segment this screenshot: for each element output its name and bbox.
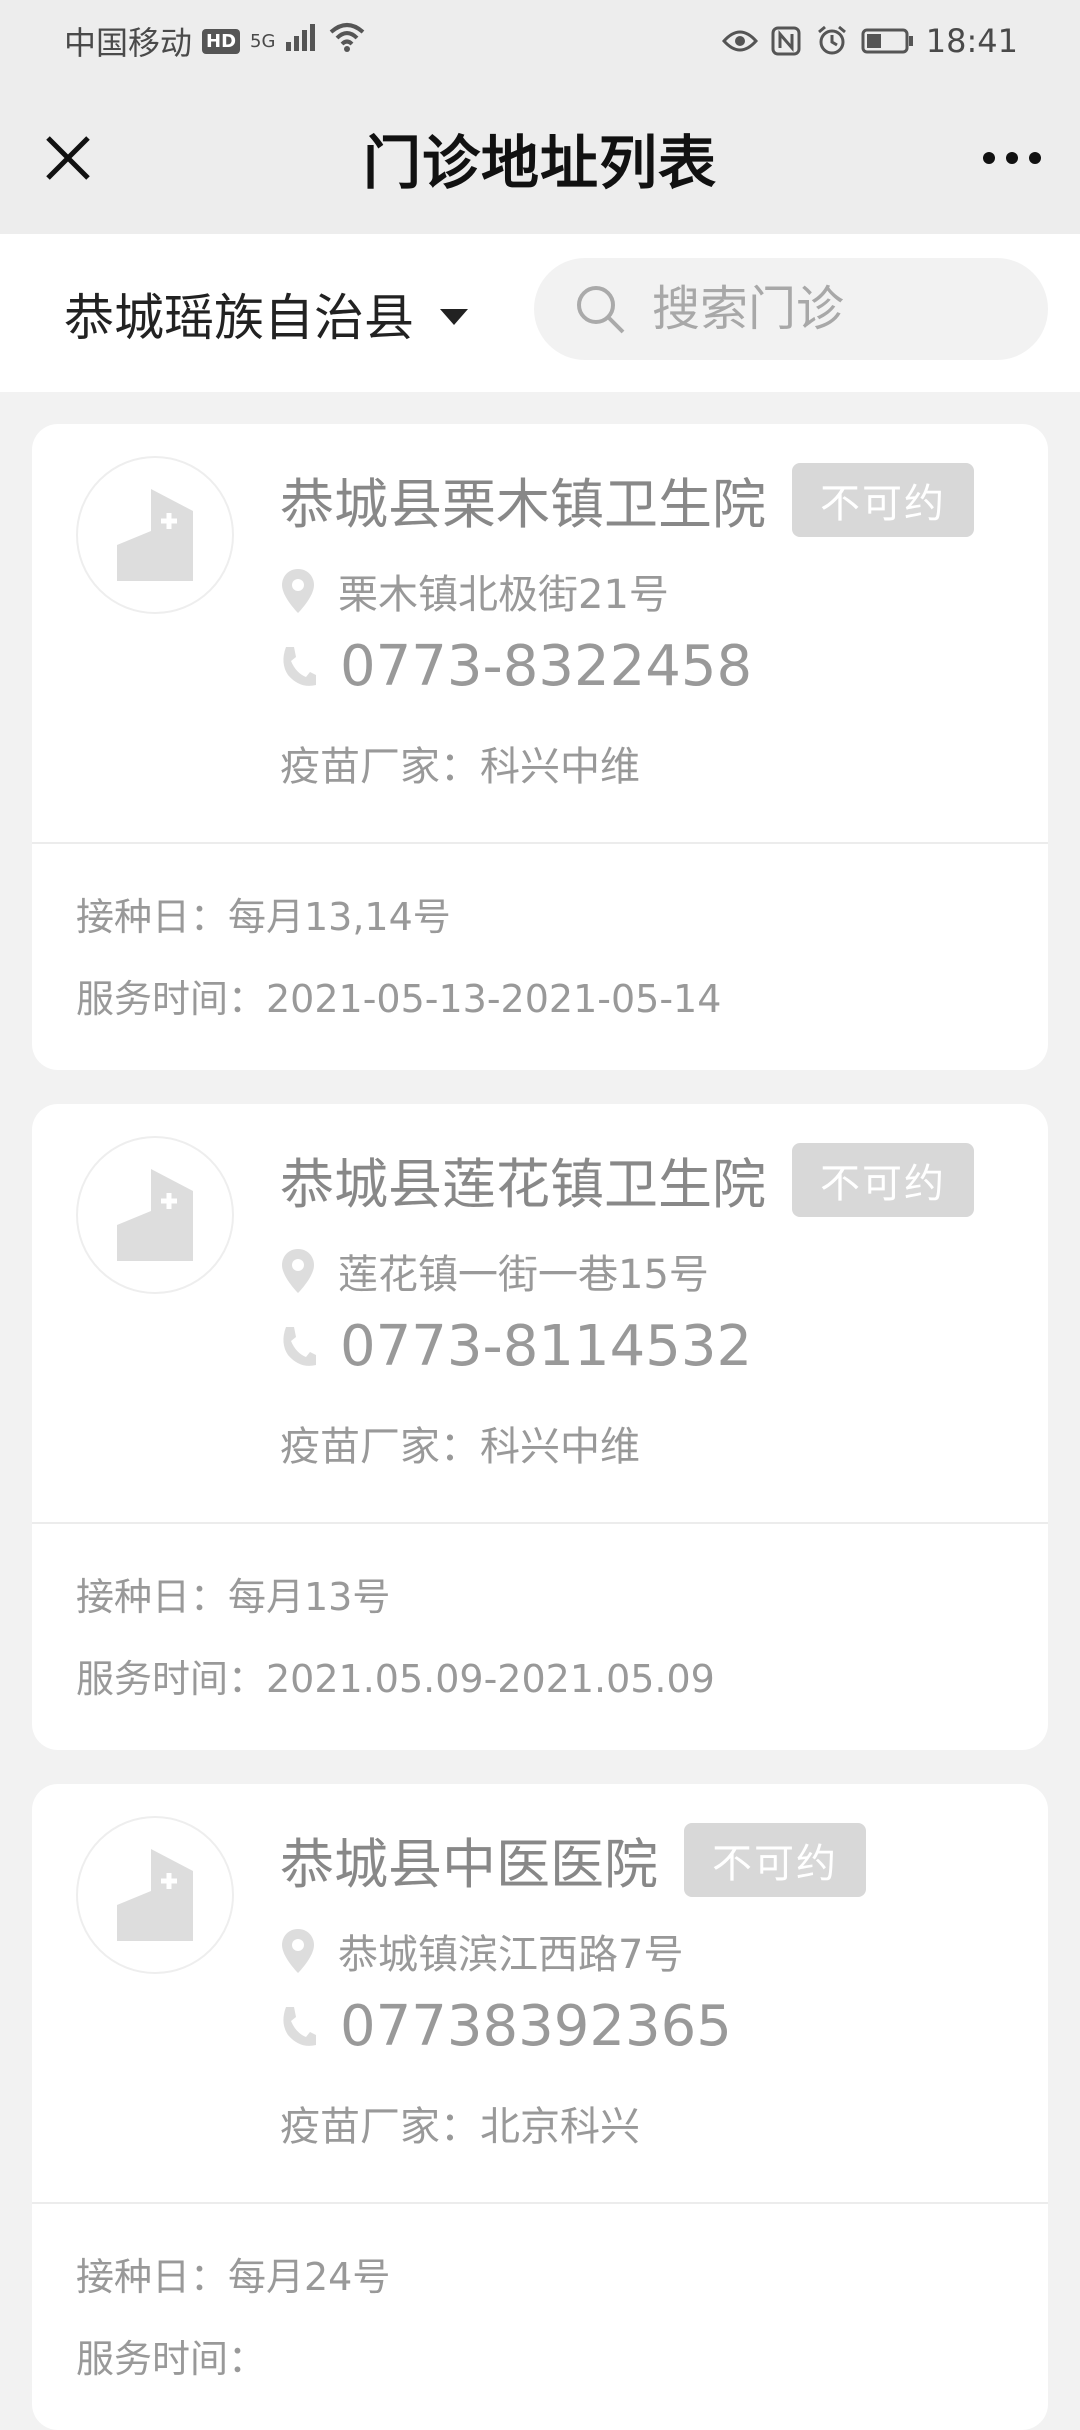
clinic-name: 恭城县栗木镇卫生院 bbox=[280, 473, 766, 536]
address-row: 栗木镇北极街21号 bbox=[280, 562, 669, 620]
clinic-card[interactable]: 恭城县莲花镇卫生院 不可约 莲花镇一街一巷15号 0773-8114532 疫苗… bbox=[32, 1104, 1048, 1750]
clinic-name-row: 恭城县中医医院 不可约 bbox=[280, 1820, 866, 1899]
status-left: 中国移动 HD 5G bbox=[64, 18, 365, 64]
region-label: 恭城瑶族自治县 bbox=[64, 289, 414, 347]
wifi-icon bbox=[329, 22, 365, 60]
vaccine-vendor: 疫苗厂家：北京科兴 bbox=[280, 2104, 640, 2150]
status-badge: 不可约 bbox=[792, 1142, 974, 1217]
clinic-logo bbox=[76, 1136, 234, 1294]
clinic-phone[interactable]: 0773-8322458 bbox=[340, 634, 752, 699]
search-box[interactable] bbox=[534, 258, 1048, 360]
location-pin-icon bbox=[282, 1249, 314, 1293]
clinic-card[interactable]: 恭城县中医医院 不可约 恭城镇滨江西路7号 07738392365 疫苗厂家：北… bbox=[32, 1784, 1048, 2430]
clinic-address: 莲花镇一街一巷15号 bbox=[338, 1252, 709, 1298]
clinic-address: 栗木镇北极街21号 bbox=[338, 572, 669, 618]
clinic-card-top: 恭城县莲花镇卫生院 不可约 莲花镇一街一巷15号 0773-8114532 疫苗… bbox=[32, 1104, 1048, 1524]
clinic-building-icon bbox=[117, 1849, 193, 1941]
clinic-logo bbox=[76, 456, 234, 614]
clinic-card-top: 恭城县栗木镇卫生院 不可约 栗木镇北极街21号 0773-8322458 疫苗厂… bbox=[32, 424, 1048, 844]
clock-time: 18:41 bbox=[925, 22, 1018, 60]
location-pin-icon bbox=[282, 569, 314, 613]
service-hours: 服务时间： bbox=[76, 2337, 267, 2381]
vaccine-vendor: 疫苗厂家：科兴中维 bbox=[280, 1424, 640, 1470]
eye-icon bbox=[721, 23, 758, 59]
phone-row[interactable]: 0773-8114532 bbox=[280, 1314, 752, 1379]
close-button[interactable] bbox=[36, 126, 100, 190]
close-icon bbox=[46, 136, 90, 180]
nfc-icon bbox=[768, 23, 804, 59]
signal-icon bbox=[285, 22, 319, 60]
address-row: 恭城镇滨江西路7号 bbox=[280, 1922, 683, 1980]
clinic-logo bbox=[76, 1816, 234, 1974]
battery-icon bbox=[860, 23, 916, 59]
clinic-name: 恭城县中医医院 bbox=[280, 1833, 658, 1896]
clinic-card[interactable]: 恭城县栗木镇卫生院 不可约 栗木镇北极街21号 0773-8322458 疫苗厂… bbox=[32, 424, 1048, 1070]
phone-icon bbox=[283, 646, 316, 686]
service-hours: 服务时间：2021.05.09-2021.05.09 bbox=[76, 1657, 715, 1701]
clinic-name: 恭城县莲花镇卫生院 bbox=[280, 1153, 766, 1216]
caret-down-icon bbox=[440, 309, 468, 325]
search-input[interactable] bbox=[652, 281, 992, 337]
address-row: 莲花镇一街一巷15号 bbox=[280, 1242, 709, 1300]
clinic-building-icon bbox=[117, 1169, 193, 1261]
clinic-address: 恭城镇滨江西路7号 bbox=[338, 1932, 684, 1978]
status-right: 18:41 bbox=[721, 22, 1018, 60]
clinic-name-row: 恭城县栗木镇卫生院 不可约 bbox=[280, 460, 974, 539]
network-type: 5G bbox=[250, 30, 276, 52]
region-selector[interactable]: 恭城瑶族自治县 bbox=[64, 272, 468, 356]
status-badge: 不可约 bbox=[792, 462, 974, 537]
status-bar: 中国移动 HD 5G 18:41 bbox=[0, 0, 1080, 82]
clinic-phone[interactable]: 0773-8114532 bbox=[340, 1314, 752, 1379]
nav-bar: 门诊地址列表 bbox=[0, 82, 1080, 234]
location-pin-icon bbox=[282, 1929, 314, 1973]
vaccination-days: 接种日：每月13号 bbox=[76, 1575, 391, 1619]
phone-row[interactable]: 07738392365 bbox=[280, 1994, 732, 2059]
clinic-building-icon bbox=[117, 489, 193, 581]
phone-icon bbox=[283, 1326, 316, 1366]
clinic-phone[interactable]: 07738392365 bbox=[340, 1994, 732, 2059]
search-icon bbox=[577, 286, 625, 334]
more-button[interactable] bbox=[976, 126, 1048, 190]
clinic-card-top: 恭城县中医医院 不可约 恭城镇滨江西路7号 07738392365 疫苗厂家：北… bbox=[32, 1784, 1048, 2204]
vaccination-days: 接种日：每月24号 bbox=[76, 2255, 391, 2299]
more-dots-icon bbox=[983, 152, 1041, 164]
carrier-label: 中国移动 bbox=[64, 24, 193, 62]
page-title: 门诊地址列表 bbox=[362, 129, 717, 197]
phone-icon bbox=[283, 2006, 316, 2046]
clinic-name-row: 恭城县莲花镇卫生院 不可约 bbox=[280, 1140, 974, 1219]
service-hours: 服务时间：2021-05-13-2021-05-14 bbox=[76, 977, 722, 1021]
hd-badge: HD bbox=[202, 28, 241, 54]
clinic-card-bottom: 接种日：每月13,14号 服务时间：2021-05-13-2021-05-14 bbox=[32, 844, 1048, 1070]
clinic-card-bottom: 接种日：每月24号 服务时间： bbox=[32, 2204, 1048, 2430]
clinic-card-bottom: 接种日：每月13号 服务时间：2021.05.09-2021.05.09 bbox=[32, 1524, 1048, 1750]
vaccination-days: 接种日：每月13,14号 bbox=[76, 895, 451, 939]
status-badge: 不可约 bbox=[684, 1822, 866, 1897]
alarm-icon bbox=[814, 23, 850, 59]
phone-row[interactable]: 0773-8322458 bbox=[280, 634, 752, 699]
filter-bar: 恭城瑶族自治县 bbox=[0, 234, 1080, 392]
vaccine-vendor: 疫苗厂家：科兴中维 bbox=[280, 744, 640, 790]
